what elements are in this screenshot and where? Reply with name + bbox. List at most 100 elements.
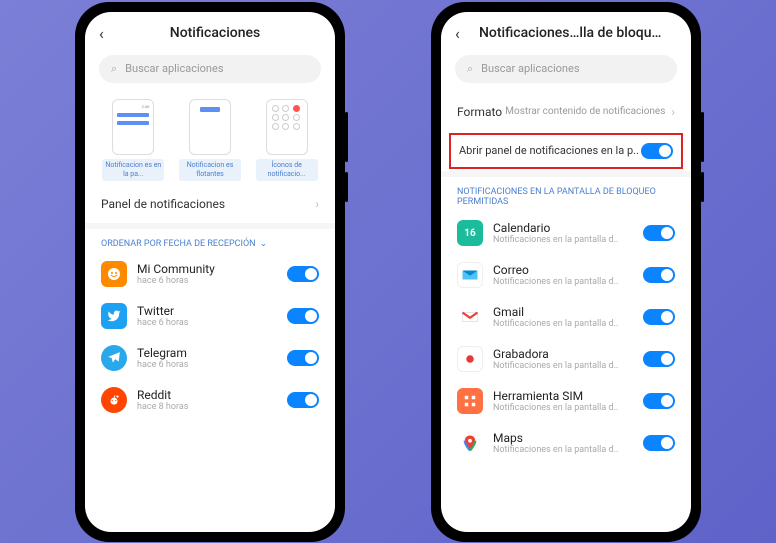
app-row[interactable]: Herramienta SIM Notificaciones en la pan…	[441, 380, 691, 422]
app-sub: hace 6 horas	[137, 318, 277, 328]
app-row[interactable]: 16 Calendario Notificaciones en la panta…	[441, 212, 691, 254]
format-link[interactable]: Formato Mostrar contenido de notificacio…	[441, 93, 691, 131]
toggle[interactable]	[643, 225, 675, 241]
reddit-icon	[101, 387, 127, 413]
app-name: Reddit	[137, 388, 277, 402]
section-label[interactable]: ORDENAR POR FECHA DE RECEPCIÓN ⌄	[85, 229, 335, 254]
toggle[interactable]	[287, 308, 319, 324]
open-panel-label: Abrir panel de notificaciones en la p..	[459, 144, 641, 157]
power-button	[345, 172, 348, 202]
app-row[interactable]: Mi Community hace 6 horas	[85, 253, 335, 295]
app-name: Telegram	[137, 346, 277, 360]
toggle[interactable]	[641, 143, 673, 159]
option-floating[interactable]: Notificacion es flotantes	[176, 99, 245, 181]
gmail-icon	[457, 304, 483, 330]
search-placeholder: Buscar aplicaciones	[481, 62, 579, 75]
volume-button	[345, 112, 348, 162]
calendar-icon: 16	[457, 220, 483, 246]
app-row[interactable]: Correo Notificaciones en la pantalla d..	[441, 254, 691, 296]
app-meta: Twitter hace 6 horas	[137, 304, 277, 328]
app-meta: Grabadora Notificaciones en la pantalla …	[493, 347, 633, 371]
option-label: Notificacion es flotantes	[179, 159, 241, 181]
phone-right: ‹ Notificaciones…lla de bloqueo ⌕ Buscar…	[431, 2, 701, 542]
telegram-icon	[101, 345, 127, 371]
app-sub: hace 8 horas	[137, 402, 277, 412]
option-thumb	[266, 99, 308, 155]
phone-left: ‹ Notificaciones ⌕ Buscar aplicaciones 2…	[75, 2, 345, 542]
toggle[interactable]	[643, 309, 675, 325]
toggle[interactable]	[643, 351, 675, 367]
chevron-right-icon: ›	[315, 197, 319, 211]
app-name: Correo	[493, 263, 633, 277]
page-title: Notificaciones	[123, 25, 307, 41]
app-sub: hace 6 horas	[137, 276, 277, 286]
search-icon: ⌕	[467, 62, 473, 76]
app-row[interactable]: Gmail Notificaciones en la pantalla d..	[441, 296, 691, 338]
app-row[interactable]: Twitter hace 6 horas	[85, 295, 335, 337]
app-name: Calendario	[493, 221, 633, 235]
app-meta: Mi Community hace 6 horas	[137, 262, 277, 286]
app-meta: Reddit hace 8 horas	[137, 388, 277, 412]
toggle[interactable]	[643, 435, 675, 451]
app-sub: Notificaciones en la pantalla d..	[493, 277, 633, 287]
format-label: Formato	[457, 105, 502, 119]
page-title: Notificaciones…lla de bloqueo	[479, 25, 663, 41]
screen-right: ‹ Notificaciones…lla de bloqueo ⌕ Buscar…	[441, 12, 691, 532]
volume-button	[701, 112, 704, 162]
search-input[interactable]: ⌕ Buscar aplicaciones	[455, 55, 677, 83]
app-meta: Herramienta SIM Notificaciones en la pan…	[493, 389, 633, 413]
app-meta: Correo Notificaciones en la pantalla d..	[493, 263, 633, 287]
search-icon: ⌕	[111, 62, 117, 76]
app-sub: Notificaciones en la pantalla d..	[493, 361, 633, 371]
option-lockscreen[interactable]: 2:36 Notificacion es en la pa...	[99, 99, 168, 181]
app-meta: Maps Notificaciones en la pantalla d..	[493, 431, 633, 455]
option-label: Notificacion es en la pa...	[102, 159, 164, 181]
app-sub: Notificaciones en la pantalla d..	[493, 319, 633, 329]
panel-link[interactable]: Panel de notificaciones ›	[85, 185, 335, 223]
app-sub: Notificaciones en la pantalla d..	[493, 235, 633, 245]
toggle[interactable]	[287, 392, 319, 408]
option-label: Íconos de notificacio...	[256, 159, 318, 181]
option-badges[interactable]: Íconos de notificacio...	[252, 99, 321, 181]
panel-link-label: Panel de notificaciones	[101, 197, 225, 211]
twitter-icon	[101, 303, 127, 329]
app-meta: Calendario Notificaciones en la pantalla…	[493, 221, 633, 245]
back-icon[interactable]: ‹	[455, 24, 469, 43]
header: ‹ Notificaciones	[85, 12, 335, 51]
toggle[interactable]	[287, 266, 319, 282]
app-name: Herramienta SIM	[493, 389, 633, 403]
app-name: Maps	[493, 431, 633, 445]
chevron-right-icon: ›	[671, 105, 675, 119]
mi-community-icon	[101, 261, 127, 287]
power-button	[701, 172, 704, 202]
app-name: Gmail	[493, 305, 633, 319]
open-panel-toggle-row[interactable]: Abrir panel de notificaciones en la p..	[449, 133, 683, 169]
app-row[interactable]: Maps Notificaciones en la pantalla d..	[441, 422, 691, 464]
sim-icon	[457, 388, 483, 414]
chevron-down-icon: ⌄	[260, 239, 268, 250]
maps-icon	[457, 430, 483, 456]
toggle[interactable]	[287, 350, 319, 366]
option-thumb: 2:36	[112, 99, 154, 155]
header: ‹ Notificaciones…lla de bloqueo	[441, 12, 691, 51]
option-thumb	[189, 99, 231, 155]
app-sub: hace 6 horas	[137, 360, 277, 370]
search-placeholder: Buscar aplicaciones	[125, 62, 223, 75]
app-row[interactable]: Grabadora Notificaciones en la pantalla …	[441, 338, 691, 380]
search-input[interactable]: ⌕ Buscar aplicaciones	[99, 55, 321, 83]
app-meta: Gmail Notificaciones en la pantalla d..	[493, 305, 633, 329]
section-label: NOTIFICACIONES EN LA PANTALLA DE BLOQUEO…	[441, 177, 691, 213]
back-icon[interactable]: ‹	[99, 24, 113, 43]
recorder-icon	[457, 346, 483, 372]
app-sub: Notificaciones en la pantalla d..	[493, 403, 633, 413]
toggle[interactable]	[643, 267, 675, 283]
notification-style-options: 2:36 Notificacion es en la pa... Notific…	[85, 93, 335, 185]
app-name: Mi Community	[137, 262, 277, 276]
app-row[interactable]: Reddit hace 8 horas	[85, 379, 335, 421]
toggle[interactable]	[643, 393, 675, 409]
app-sub: Notificaciones en la pantalla d..	[493, 445, 633, 455]
app-row[interactable]: Telegram hace 6 horas	[85, 337, 335, 379]
screen-left: ‹ Notificaciones ⌕ Buscar aplicaciones 2…	[85, 12, 335, 532]
format-value: Mostrar contenido de notificaciones	[505, 106, 665, 117]
app-name: Twitter	[137, 304, 277, 318]
